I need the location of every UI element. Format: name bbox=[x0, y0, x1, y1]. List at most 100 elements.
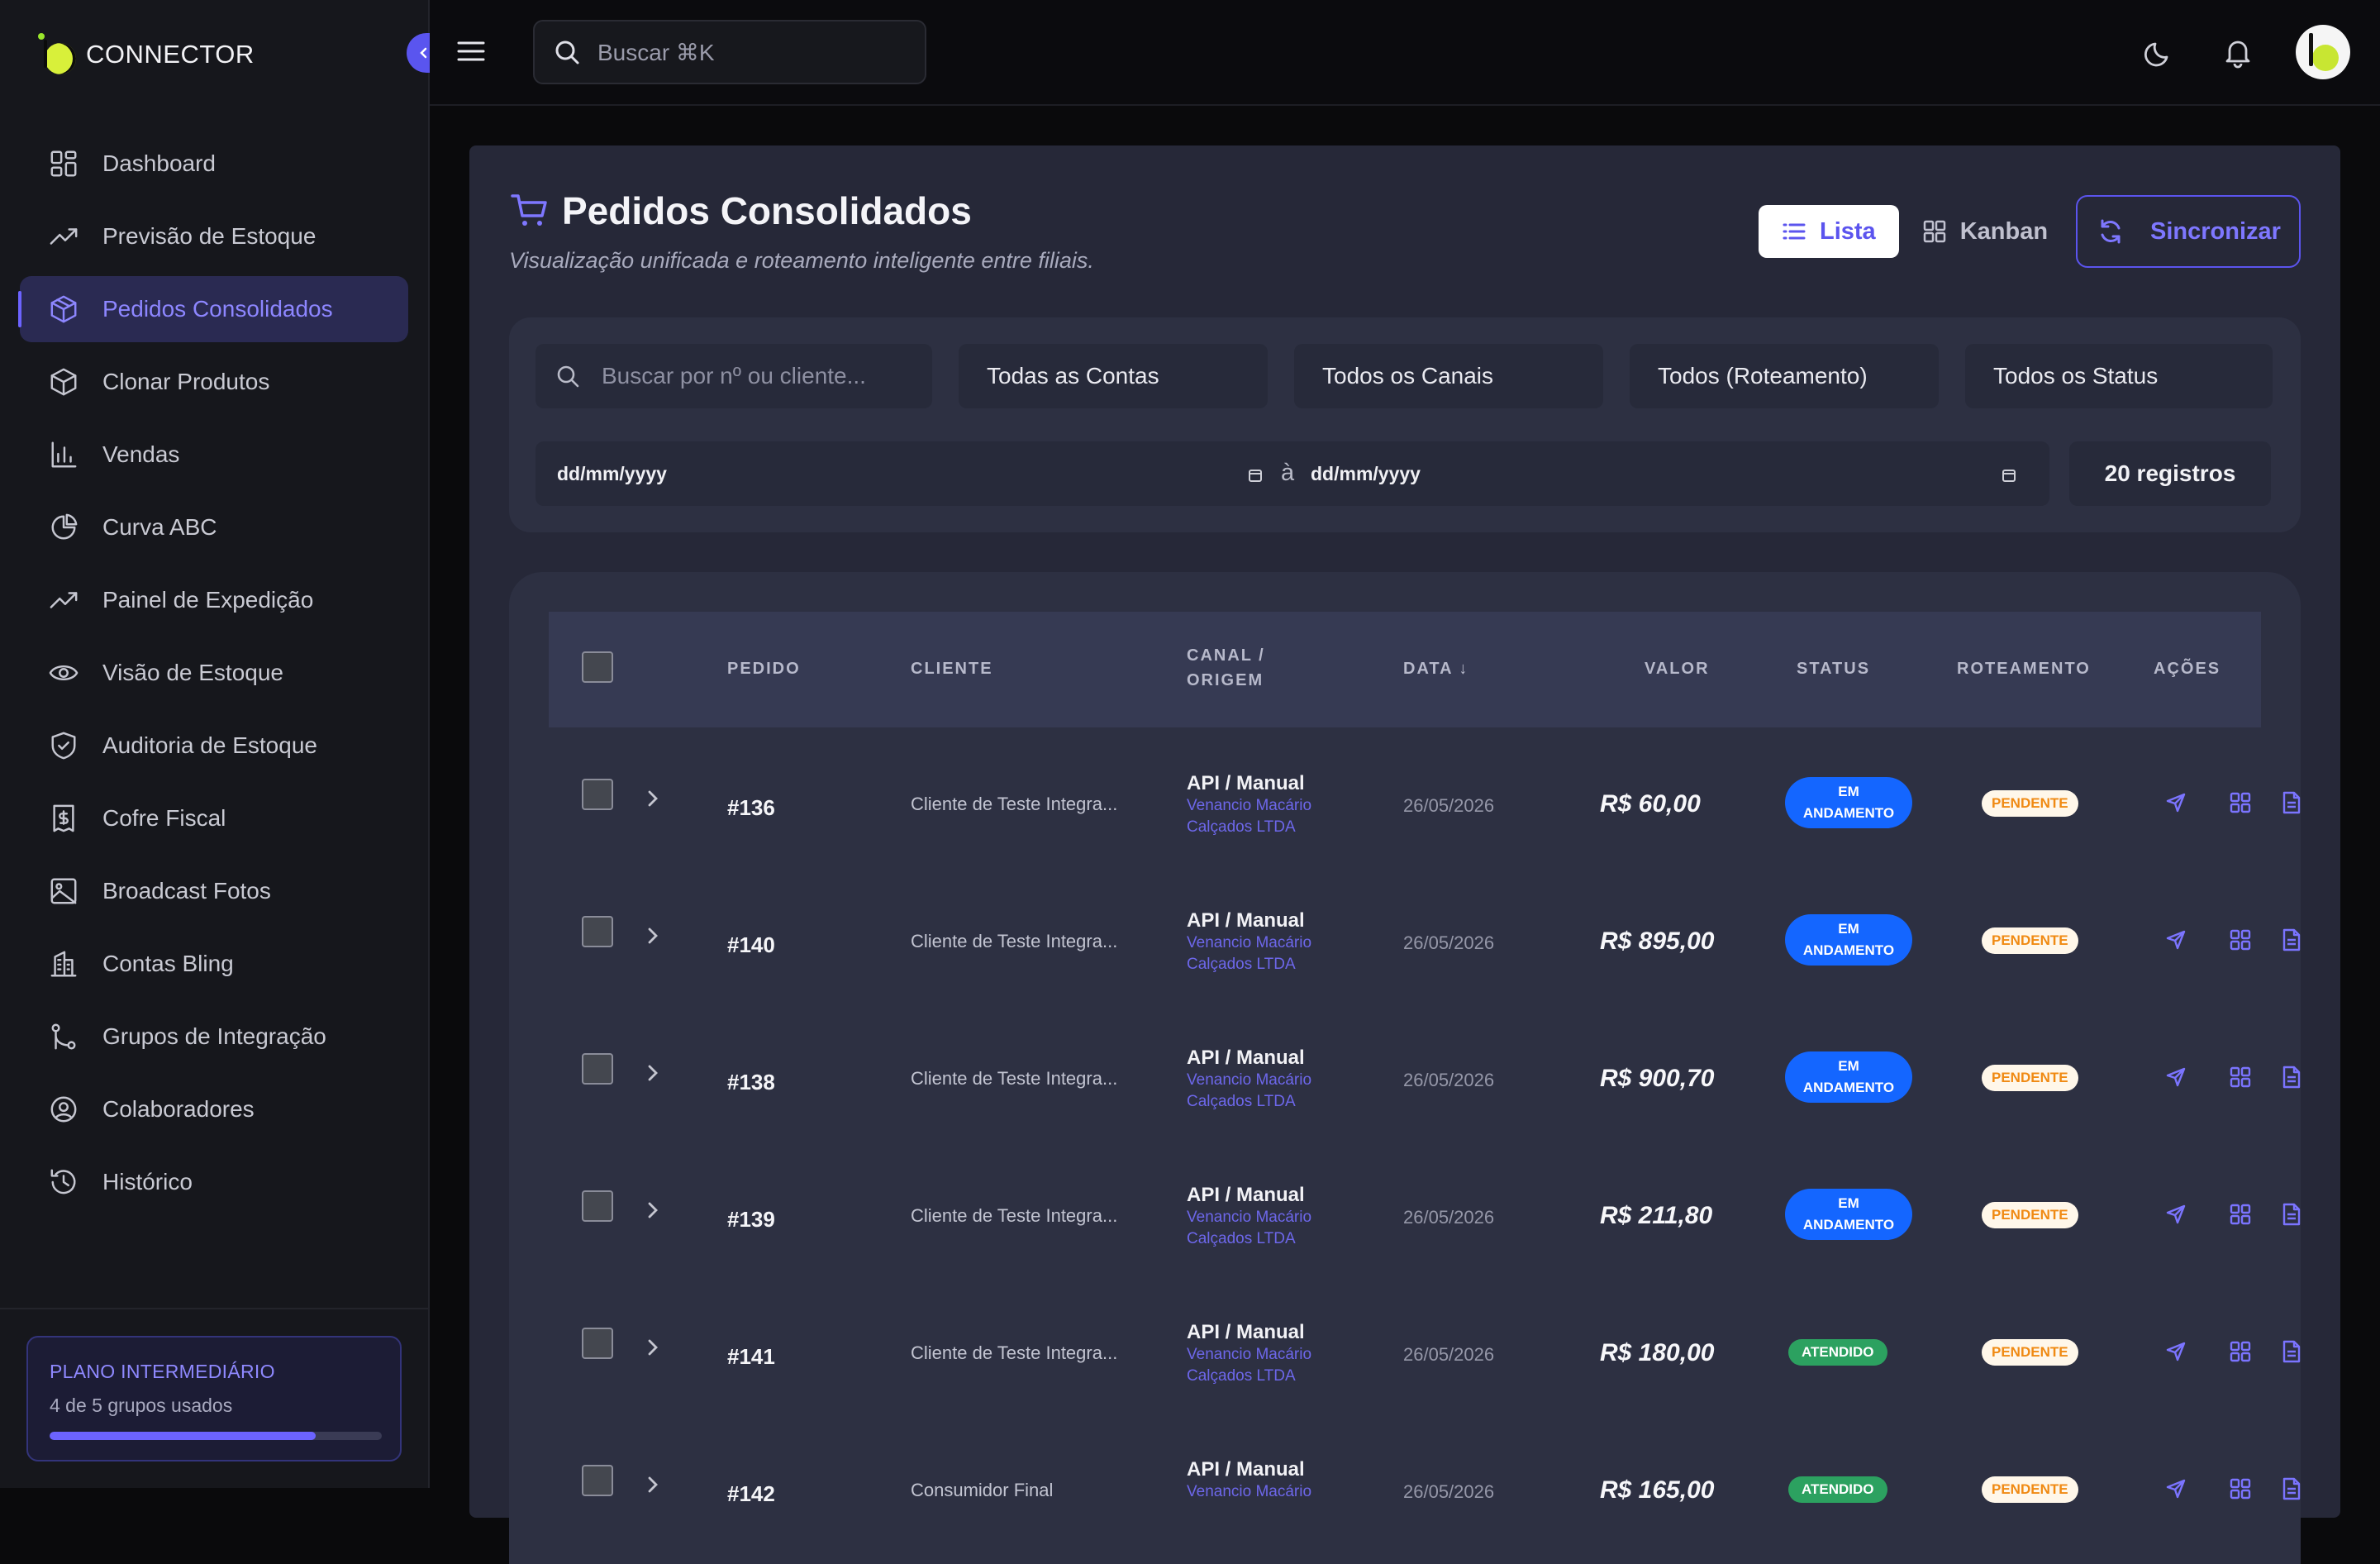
invoice-button[interactable] bbox=[2278, 1200, 2301, 1228]
status-badge: EM ANDAMENTO bbox=[1785, 914, 1912, 966]
col-channel[interactable]: CANAL / bbox=[1187, 646, 1265, 665]
row-checkbox[interactable] bbox=[582, 916, 613, 947]
date-from-input[interactable]: dd/mm/yyyy bbox=[557, 463, 667, 485]
date-to-input[interactable]: dd/mm/yyyy bbox=[1311, 463, 1421, 485]
sidebar-item-cofre-fiscal[interactable]: Cofre Fiscal bbox=[20, 785, 408, 851]
row-checkbox[interactable] bbox=[582, 1190, 613, 1222]
menu-button[interactable] bbox=[456, 36, 486, 66]
file-text-icon bbox=[2282, 1477, 2301, 1500]
channels-select[interactable]: Todos os Canais bbox=[1294, 344, 1603, 408]
table-row[interactable]: #140 Cliente de Teste Integra... API / Man… bbox=[549, 875, 2301, 1012]
order-date: 26/05/2026 bbox=[1403, 932, 1495, 953]
plan-card[interactable]: PLANO INTERMEDIÁRIO 4 de 5 grupos usados bbox=[26, 1336, 402, 1461]
sidebar-item-label: Colaboradores bbox=[102, 1096, 255, 1122]
sidebar-item-clonar-produtos[interactable]: Clonar Produtos bbox=[20, 349, 408, 415]
row-checkbox[interactable] bbox=[582, 1328, 613, 1359]
order-number[interactable]: #139 bbox=[727, 1207, 775, 1233]
table-row[interactable]: #139 Cliente de Teste Integra... API / Man… bbox=[549, 1149, 2301, 1286]
select-all-checkbox[interactable] bbox=[582, 651, 613, 683]
status-select[interactable]: Todos os Status bbox=[1965, 344, 2273, 408]
status-badge-label: ATENDIDO bbox=[1802, 1344, 1874, 1360]
accounts-select[interactable]: Todas as Contas bbox=[959, 344, 1268, 408]
sidebar-item-label: Clonar Produtos bbox=[102, 369, 270, 394]
order-search-input[interactable]: Buscar por nº ou cliente... bbox=[536, 344, 932, 408]
topbar-actions bbox=[2107, 25, 2350, 79]
expand-row-button[interactable] bbox=[645, 926, 661, 946]
expand-row-button[interactable] bbox=[645, 1338, 661, 1357]
sidebar-item-contas-bling[interactable]: Contas Bling bbox=[20, 931, 408, 997]
table-row[interactable]: #141 Cliente de Teste Integra... API / Man… bbox=[549, 1286, 2301, 1423]
invoice-button[interactable] bbox=[2278, 926, 2301, 954]
table-row[interactable]: #142 Consumidor Final API / Manual Venancio… bbox=[549, 1423, 2301, 1561]
order-date: 26/05/2026 bbox=[1403, 1207, 1495, 1228]
route-order-button[interactable] bbox=[2162, 789, 2190, 817]
route-order-button[interactable] bbox=[2162, 926, 2190, 954]
details-button[interactable] bbox=[2226, 789, 2254, 817]
sidebar-item-broadcast-fotos[interactable]: Broadcast Fotos bbox=[20, 858, 408, 924]
sidebar-item-historico[interactable]: Histórico bbox=[20, 1149, 408, 1215]
sidebar-item-pedidos-consolidados[interactable]: Pedidos Consolidados bbox=[18, 276, 408, 342]
sidebar-item-dashboard[interactable]: Dashboard bbox=[20, 131, 408, 197]
order-number[interactable]: #140 bbox=[727, 932, 775, 958]
details-button[interactable] bbox=[2226, 1475, 2254, 1503]
view-list-button[interactable]: Lista bbox=[1759, 205, 1899, 258]
expand-row-button[interactable] bbox=[645, 1200, 661, 1220]
table-row[interactable]: #136 Cliente de Teste Integra... API / Man… bbox=[549, 737, 2301, 875]
channel-name: API / Manual bbox=[1187, 909, 1305, 932]
route-order-button[interactable] bbox=[2162, 1338, 2190, 1366]
sidebar-item-vendas[interactable]: Vendas bbox=[20, 422, 408, 488]
details-button[interactable] bbox=[2226, 926, 2254, 954]
order-number[interactable]: #136 bbox=[727, 795, 775, 821]
col-client[interactable]: CLIENTE bbox=[911, 660, 993, 679]
chevron-right-icon bbox=[648, 1476, 658, 1493]
col-date[interactable]: DATA ↓ bbox=[1403, 660, 1468, 679]
order-number[interactable]: #142 bbox=[727, 1481, 775, 1507]
notifications-button[interactable] bbox=[2213, 27, 2263, 77]
avatar[interactable] bbox=[2296, 25, 2350, 79]
row-checkbox[interactable] bbox=[582, 779, 613, 810]
expand-row-button[interactable] bbox=[645, 789, 661, 808]
sync-button[interactable]: Sincronizar bbox=[2076, 195, 2301, 268]
orders-table: PEDIDO CLIENTE CANAL / ORIGEM DATA ↓ VAL… bbox=[509, 572, 2301, 1564]
sidebar-item-auditoria-de-estoque[interactable]: Auditoria de Estoque bbox=[20, 713, 408, 779]
status-badge: ATENDIDO bbox=[1788, 1339, 1887, 1366]
col-origin[interactable]: ORIGEM bbox=[1187, 671, 1264, 690]
order-number[interactable]: #138 bbox=[727, 1070, 775, 1095]
route-order-button[interactable] bbox=[2162, 1200, 2190, 1228]
invoice-button[interactable] bbox=[2278, 1475, 2301, 1503]
col-status[interactable]: STATUS bbox=[1797, 660, 1870, 679]
expand-row-button[interactable] bbox=[645, 1475, 661, 1495]
routing-select[interactable]: Todos (Roteamento) bbox=[1630, 344, 1939, 408]
route-order-button[interactable] bbox=[2162, 1475, 2190, 1503]
col-routing[interactable]: ROTEAMENTO bbox=[1957, 660, 2091, 679]
global-search-input[interactable]: Buscar ⌘K bbox=[533, 20, 926, 84]
sidebar-item-colaboradores[interactable]: Colaboradores bbox=[20, 1076, 408, 1142]
theme-toggle-button[interactable] bbox=[2135, 27, 2185, 77]
page-header: Pedidos Consolidados Visualização unific… bbox=[509, 188, 1094, 274]
sidebar-item-visao-de-estoque[interactable]: Visão de Estoque bbox=[20, 640, 408, 706]
row-checkbox[interactable] bbox=[582, 1053, 613, 1085]
order-number[interactable]: #141 bbox=[727, 1344, 775, 1370]
details-button[interactable] bbox=[2226, 1338, 2254, 1366]
col-value[interactable]: VALOR bbox=[1645, 660, 1710, 679]
routing-badge: PENDENTE bbox=[1982, 1202, 2078, 1228]
status-badge-label: ATENDIDO bbox=[1802, 1481, 1874, 1497]
app-logo[interactable]: CONNECTOR bbox=[38, 21, 255, 88]
sidebar-item-previsao-de-estoque[interactable]: Previsão de Estoque bbox=[20, 203, 408, 269]
client-name: Consumidor Final bbox=[911, 1480, 1054, 1500]
invoice-button[interactable] bbox=[2278, 1338, 2301, 1366]
details-button[interactable] bbox=[2226, 1200, 2254, 1228]
sidebar-item-painel-de-expedicao[interactable]: Painel de Expedição bbox=[20, 567, 408, 633]
row-checkbox[interactable] bbox=[582, 1465, 613, 1496]
table-row[interactable]: #138 Cliente de Teste Integra... API / Man… bbox=[549, 1012, 2301, 1149]
col-order[interactable]: PEDIDO bbox=[727, 660, 801, 679]
details-button[interactable] bbox=[2226, 1063, 2254, 1091]
route-order-button[interactable] bbox=[2162, 1063, 2190, 1091]
view-kanban-button[interactable]: Kanban bbox=[1899, 205, 2071, 258]
expand-row-button[interactable] bbox=[645, 1063, 661, 1083]
pie-chart-icon bbox=[48, 512, 79, 543]
sidebar-item-curva-abc[interactable]: Curva ABC bbox=[20, 494, 408, 560]
sidebar-item-grupos-de-integracao[interactable]: Grupos de Integração bbox=[20, 1004, 408, 1070]
invoice-button[interactable] bbox=[2278, 1063, 2301, 1091]
invoice-button[interactable] bbox=[2278, 789, 2301, 817]
